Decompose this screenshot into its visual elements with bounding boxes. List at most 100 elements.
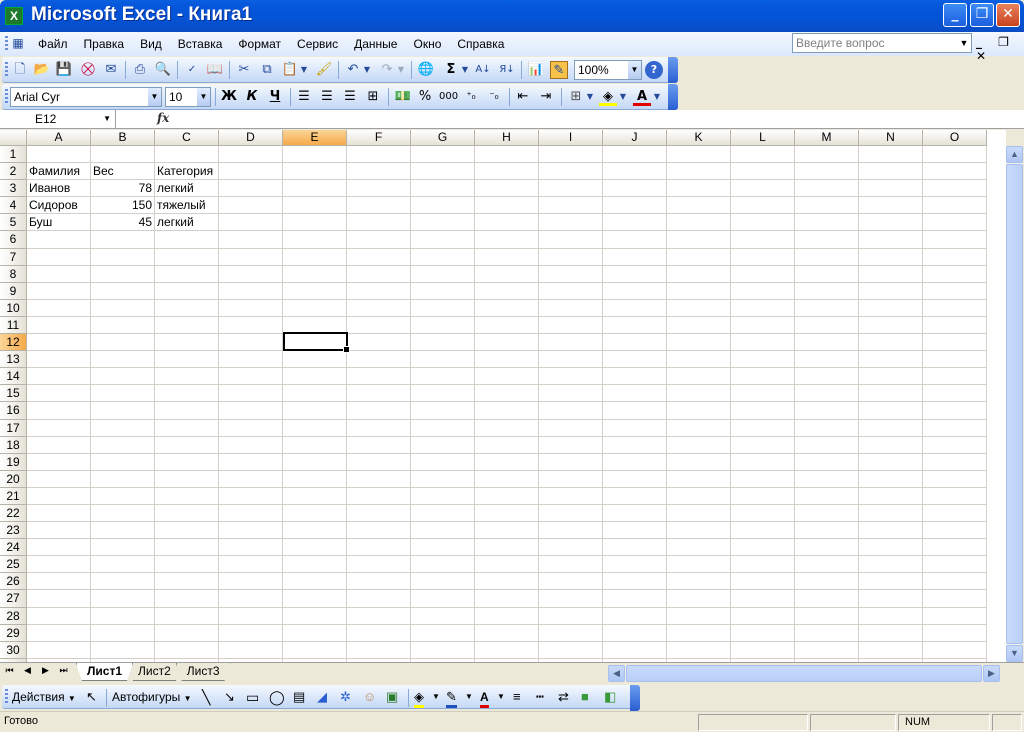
chevron-down-icon[interactable]: ▼ (652, 88, 662, 106)
cell-k22[interactable] (667, 504, 731, 523)
cell-b20[interactable] (91, 470, 155, 488)
cell-b27[interactable] (91, 590, 155, 608)
cell-h6[interactable] (475, 231, 539, 249)
line-icon[interactable]: ╲ (202, 689, 210, 705)
cell-d12[interactable] (219, 334, 283, 352)
cell-g27[interactable] (411, 590, 475, 608)
toolbar-options-icon[interactable] (630, 685, 640, 711)
cell-b6[interactable] (91, 231, 155, 249)
cell-i13[interactable] (539, 351, 603, 369)
new-document-icon[interactable]: 🗋 (11, 61, 29, 79)
row-header[interactable]: 6 (0, 231, 27, 249)
row-header[interactable]: 15 (0, 385, 27, 403)
cell-n8[interactable] (859, 265, 923, 283)
cell-j26[interactable] (603, 573, 667, 591)
percent-button[interactable]: % (416, 88, 434, 106)
cell-m22[interactable] (795, 504, 859, 523)
cell-g23[interactable] (411, 522, 475, 540)
cell-i10[interactable] (539, 299, 603, 317)
cell-i21[interactable] (539, 487, 603, 505)
cell-c2[interactable]: Категория (155, 163, 219, 181)
column-header[interactable]: G (411, 130, 475, 146)
cell-f3[interactable] (347, 180, 411, 198)
cell-g7[interactable] (411, 248, 475, 266)
cell-k18[interactable] (667, 436, 731, 454)
row-header[interactable]: 30 (0, 641, 27, 659)
cell-h26[interactable] (475, 573, 539, 591)
cell-d30[interactable] (219, 641, 283, 659)
cell-i17[interactable] (539, 419, 603, 437)
cell-m5[interactable] (795, 214, 859, 232)
fill-color-icon[interactable]: ◈ (414, 689, 424, 708)
cell-m12[interactable] (795, 334, 859, 352)
cell-g30[interactable] (411, 641, 475, 659)
cell-a23[interactable] (27, 522, 91, 540)
cell-g11[interactable] (411, 316, 475, 335)
cell-b28[interactable] (91, 607, 155, 625)
cell-i14[interactable] (539, 368, 603, 386)
cell-f19[interactable] (347, 453, 411, 471)
cell-f2[interactable] (347, 163, 411, 181)
cell-c29[interactable] (155, 624, 219, 642)
align-right-icon[interactable]: ☰ (341, 88, 359, 106)
cell-a21[interactable] (27, 487, 91, 505)
cell-b21[interactable] (91, 487, 155, 505)
increase-indent-icon[interactable]: ⇥ (537, 88, 555, 106)
cell-d21[interactable] (219, 487, 283, 505)
cell-a26[interactable] (27, 573, 91, 591)
cell-j15[interactable] (603, 385, 667, 403)
cell-i19[interactable] (539, 453, 603, 471)
maximize-button[interactable]: ❐ (970, 3, 994, 27)
cell-n2[interactable] (859, 163, 923, 181)
redo-icon[interactable]: ↷ (378, 61, 396, 79)
cell-m23[interactable] (795, 522, 859, 540)
cell-o14[interactable] (923, 368, 987, 386)
cell-l11[interactable] (731, 316, 795, 335)
row-header[interactable]: 9 (0, 282, 27, 300)
cell-j24[interactable] (603, 539, 667, 557)
cell-h22[interactable] (475, 504, 539, 523)
cell-l5[interactable] (731, 214, 795, 232)
cell-c28[interactable] (155, 607, 219, 625)
cell-o19[interactable] (923, 453, 987, 471)
cell-k16[interactable] (667, 402, 731, 420)
cell-b23[interactable] (91, 522, 155, 540)
cell-l24[interactable] (731, 539, 795, 557)
row-header[interactable]: 21 (0, 487, 27, 505)
font-color-icon[interactable]: A (633, 88, 651, 106)
cell-e15[interactable] (283, 385, 347, 403)
cell-c15[interactable] (155, 385, 219, 403)
cell-f20[interactable] (347, 470, 411, 488)
cell-l8[interactable] (731, 265, 795, 283)
cell-o29[interactable] (923, 624, 987, 642)
row-header[interactable]: 19 (0, 453, 27, 471)
row-header[interactable]: 24 (0, 539, 27, 557)
cell-f25[interactable] (347, 556, 411, 574)
cell-m26[interactable] (795, 573, 859, 591)
cell-g14[interactable] (411, 368, 475, 386)
cell-e27[interactable] (283, 590, 347, 608)
cell-o2[interactable] (923, 163, 987, 181)
row-header[interactable]: 2 (0, 163, 27, 181)
menu-item[interactable]: Данные (346, 36, 405, 52)
cell-n5[interactable] (859, 214, 923, 232)
cell-c11[interactable] (155, 316, 219, 335)
font-size-select[interactable]: 10 ▼ (165, 87, 211, 107)
cell-n29[interactable] (859, 624, 923, 642)
cell-o15[interactable] (923, 385, 987, 403)
cell-g26[interactable] (411, 573, 475, 591)
cell-c3[interactable]: легкий (155, 180, 219, 198)
menu-item[interactable]: Правка (76, 36, 133, 52)
cell-e3[interactable] (283, 180, 347, 198)
cell-m4[interactable] (795, 197, 859, 215)
cell-a18[interactable] (27, 436, 91, 454)
cell-h16[interactable] (475, 402, 539, 420)
chevron-down-icon[interactable]: ▼ (432, 689, 440, 705)
cell-f12[interactable] (347, 334, 411, 352)
cell-f21[interactable] (347, 487, 411, 505)
cell-l3[interactable] (731, 180, 795, 198)
cell-i29[interactable] (539, 624, 603, 642)
cell-i8[interactable] (539, 265, 603, 283)
cell-l12[interactable] (731, 334, 795, 352)
cell-g20[interactable] (411, 470, 475, 488)
